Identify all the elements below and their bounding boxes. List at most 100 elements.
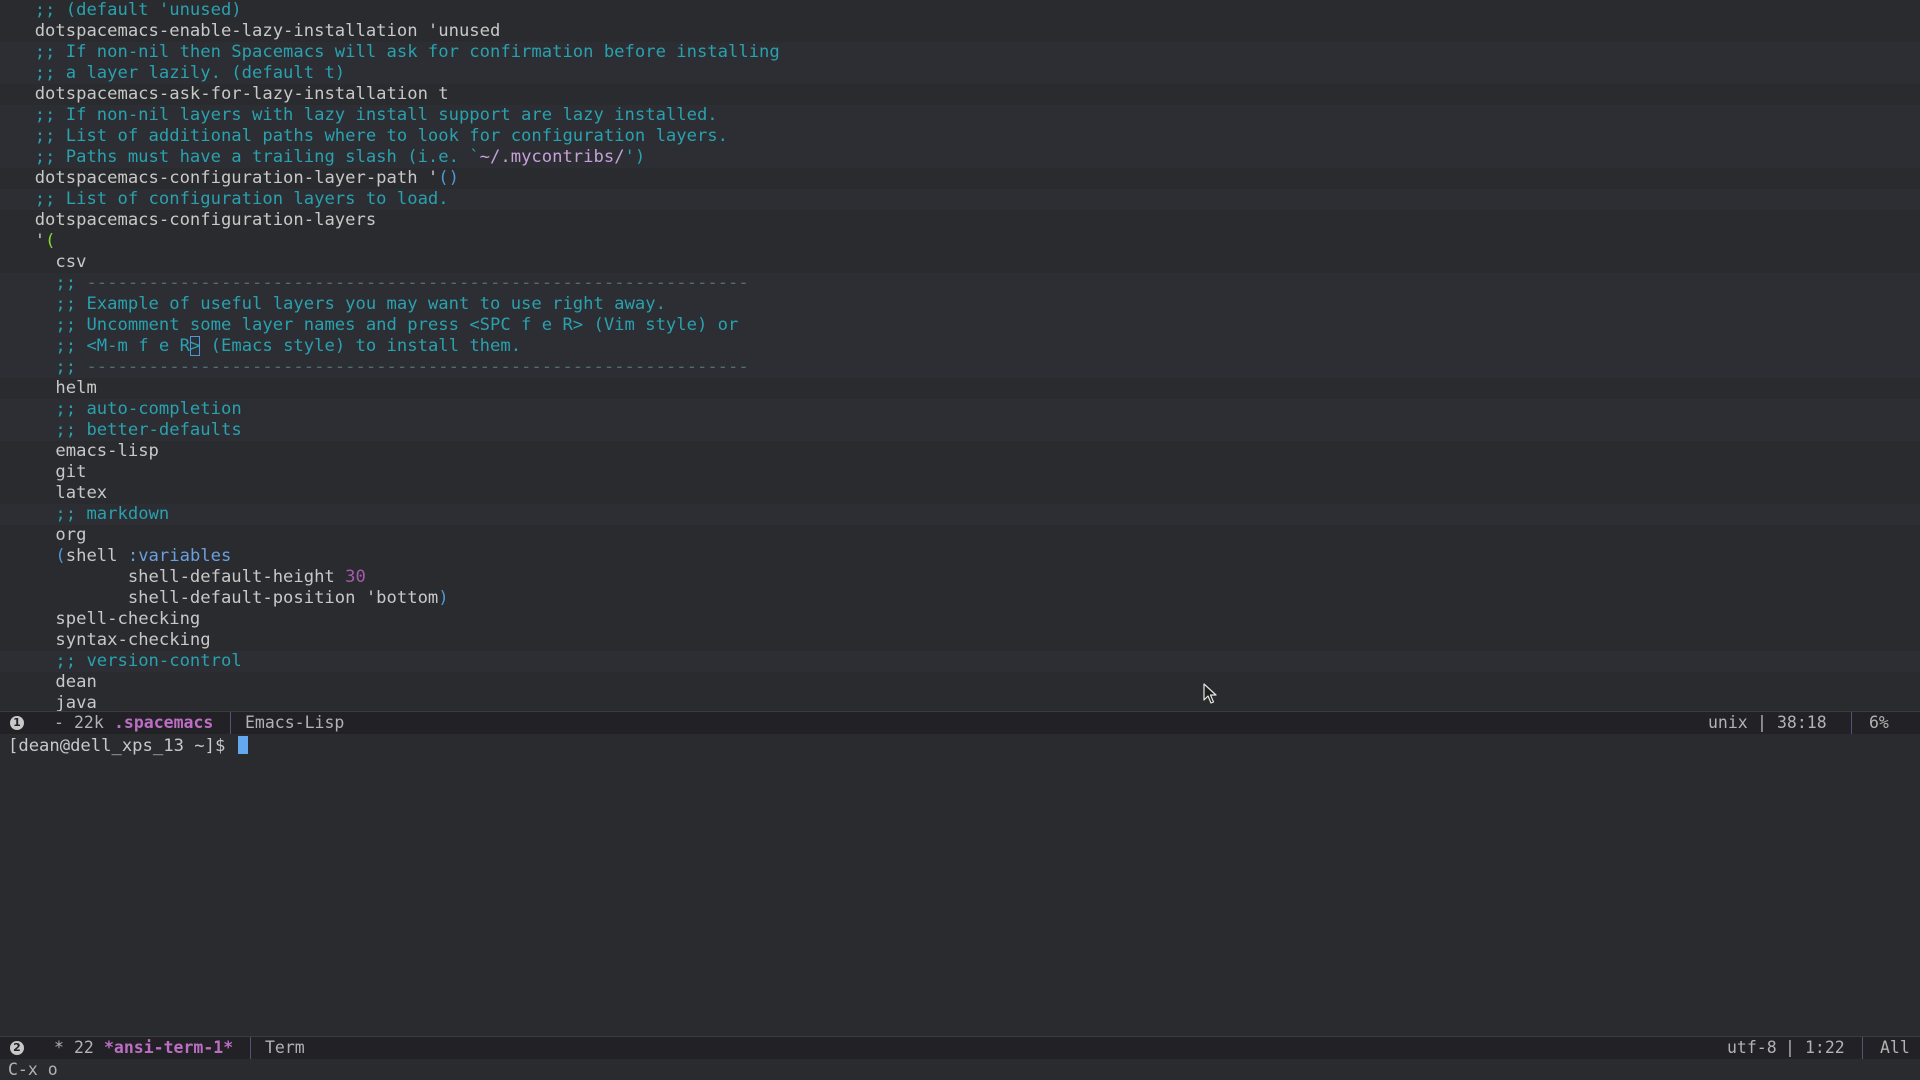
code-line[interactable]: ;; (default 'unused) xyxy=(0,0,1920,21)
code-line[interactable]: ;; <M-m f e R> (Emacs style) to install … xyxy=(0,336,1920,357)
code-token: ;; Paths must have a trailing slash (i.e… xyxy=(34,147,480,167)
cursor-position: 38:18 xyxy=(1777,713,1827,732)
terminal-pane[interactable]: [dean@dell_xps_13 ~]$ xyxy=(0,735,1920,1035)
buffer-size: 22 xyxy=(74,1038,94,1057)
encoding-position-divider: | xyxy=(1757,713,1767,732)
code-line[interactable]: ;; version-control xyxy=(0,651,1920,672)
code-token: helm xyxy=(55,378,97,398)
code-token: ;; version-control xyxy=(55,651,242,671)
code-token: git xyxy=(55,462,87,482)
code-line[interactable]: shell-default-position 'bottom) xyxy=(0,588,1920,609)
code-line[interactable]: git xyxy=(0,462,1920,483)
code-line[interactable]: dotspacemacs-enable-lazy-installation 'u… xyxy=(0,21,1920,42)
code-token: ' xyxy=(34,231,46,251)
mode-line-separator xyxy=(230,712,231,734)
terminal-prompt-line[interactable]: [dean@dell_xps_13 ~]$ xyxy=(8,735,248,757)
major-mode[interactable]: Emacs-Lisp xyxy=(245,712,344,734)
code-line[interactable]: (shell :variables xyxy=(0,546,1920,567)
code-line[interactable]: ;; -------------------------------------… xyxy=(0,357,1920,378)
code-token: ;; a layer lazily. (default t) xyxy=(34,63,346,83)
code-line[interactable]: syntax-checking xyxy=(0,630,1920,651)
code-token: > xyxy=(189,336,201,356)
mode-line-separator xyxy=(1851,712,1852,734)
editor-pane[interactable]: ;; (default 'unused) dotspacemacs-enable… xyxy=(0,0,1920,711)
major-mode[interactable]: Term xyxy=(265,1037,305,1059)
code-line[interactable]: '( xyxy=(0,231,1920,252)
code-line[interactable]: java xyxy=(0,693,1920,711)
code-token: org xyxy=(55,525,87,545)
code-line[interactable]: ;; a layer lazily. (default t) xyxy=(0,63,1920,84)
code-line[interactable]: org xyxy=(0,525,1920,546)
code-line[interactable]: dean xyxy=(0,672,1920,693)
code-line[interactable]: ;; -------------------------------------… xyxy=(0,273,1920,294)
code-line[interactable]: ;; Paths must have a trailing slash (i.e… xyxy=(0,147,1920,168)
code-token: ;; If non-nil then Spacemacs will ask fo… xyxy=(34,42,780,62)
window-number-badge[interactable]: 1 xyxy=(10,716,24,730)
code-line[interactable]: ;; Example of useful layers you may want… xyxy=(0,294,1920,315)
code-token: ;; <M-m f e R xyxy=(55,336,190,356)
code-token: java xyxy=(55,693,97,711)
code-token: ;; xyxy=(55,273,87,293)
code-token: shell-default-height xyxy=(127,567,346,587)
modified-indicator: * xyxy=(54,1038,64,1057)
buffer-name[interactable]: .spacemacs xyxy=(114,712,213,734)
code-token: dotspacemacs-ask-for-lazy-installation t xyxy=(34,84,449,104)
code-line[interactable]: ;; Uncomment some layer names and press … xyxy=(0,315,1920,336)
code-token: ( xyxy=(55,546,66,566)
minibuffer[interactable]: C-x o xyxy=(8,1059,58,1080)
code-token: dotspacemacs-configuration-layer-path ' xyxy=(34,168,439,188)
buffer-percent: All xyxy=(1880,1038,1910,1057)
code-line[interactable]: emacs-lisp xyxy=(0,441,1920,462)
code-line[interactable]: dotspacemacs-configuration-layers xyxy=(0,210,1920,231)
code-line[interactable]: ;; If non-nil layers with lazy install s… xyxy=(0,105,1920,126)
code-line[interactable]: ;; List of configuration layers to load. xyxy=(0,189,1920,210)
code-line[interactable]: latex xyxy=(0,483,1920,504)
code-token: ;; better-defaults xyxy=(55,420,242,440)
buffer-name[interactable]: *ansi-term-1* xyxy=(104,1037,233,1059)
code-token: 30 xyxy=(345,567,366,587)
mode-line-bottom: 2 * 22 *ansi-term-1* Term utf-8 | 1:22 A… xyxy=(0,1036,1920,1059)
code-line[interactable]: helm xyxy=(0,378,1920,399)
code-line[interactable]: ;; auto-completion xyxy=(0,399,1920,420)
code-token: ;; markdown xyxy=(55,504,170,524)
code-line[interactable]: dotspacemacs-configuration-layer-path '(… xyxy=(0,168,1920,189)
code-line[interactable]: shell-default-height 30 xyxy=(0,567,1920,588)
window-number-badge[interactable]: 2 xyxy=(10,1041,24,1055)
code-line[interactable]: spell-checking xyxy=(0,609,1920,630)
code-token: () xyxy=(438,168,459,188)
code-line[interactable]: ;; better-defaults xyxy=(0,420,1920,441)
code-token: ( xyxy=(45,231,56,251)
code-token: syntax-checking xyxy=(55,630,211,650)
code-token: csv xyxy=(55,252,87,272)
terminal-cursor xyxy=(237,736,248,754)
buffer-percent: 6% xyxy=(1869,713,1889,732)
code-line[interactable]: ;; If non-nil then Spacemacs will ask fo… xyxy=(0,42,1920,63)
code-line[interactable]: ;; markdown xyxy=(0,504,1920,525)
code-token: shell-default-position 'bottom xyxy=(127,588,439,608)
code-line[interactable]: ;; List of additional paths where to loo… xyxy=(0,126,1920,147)
code-line[interactable]: csv xyxy=(0,252,1920,273)
code-line[interactable]: dotspacemacs-ask-for-lazy-installation t xyxy=(0,84,1920,105)
cursor-position: 1:22 xyxy=(1805,1038,1845,1057)
